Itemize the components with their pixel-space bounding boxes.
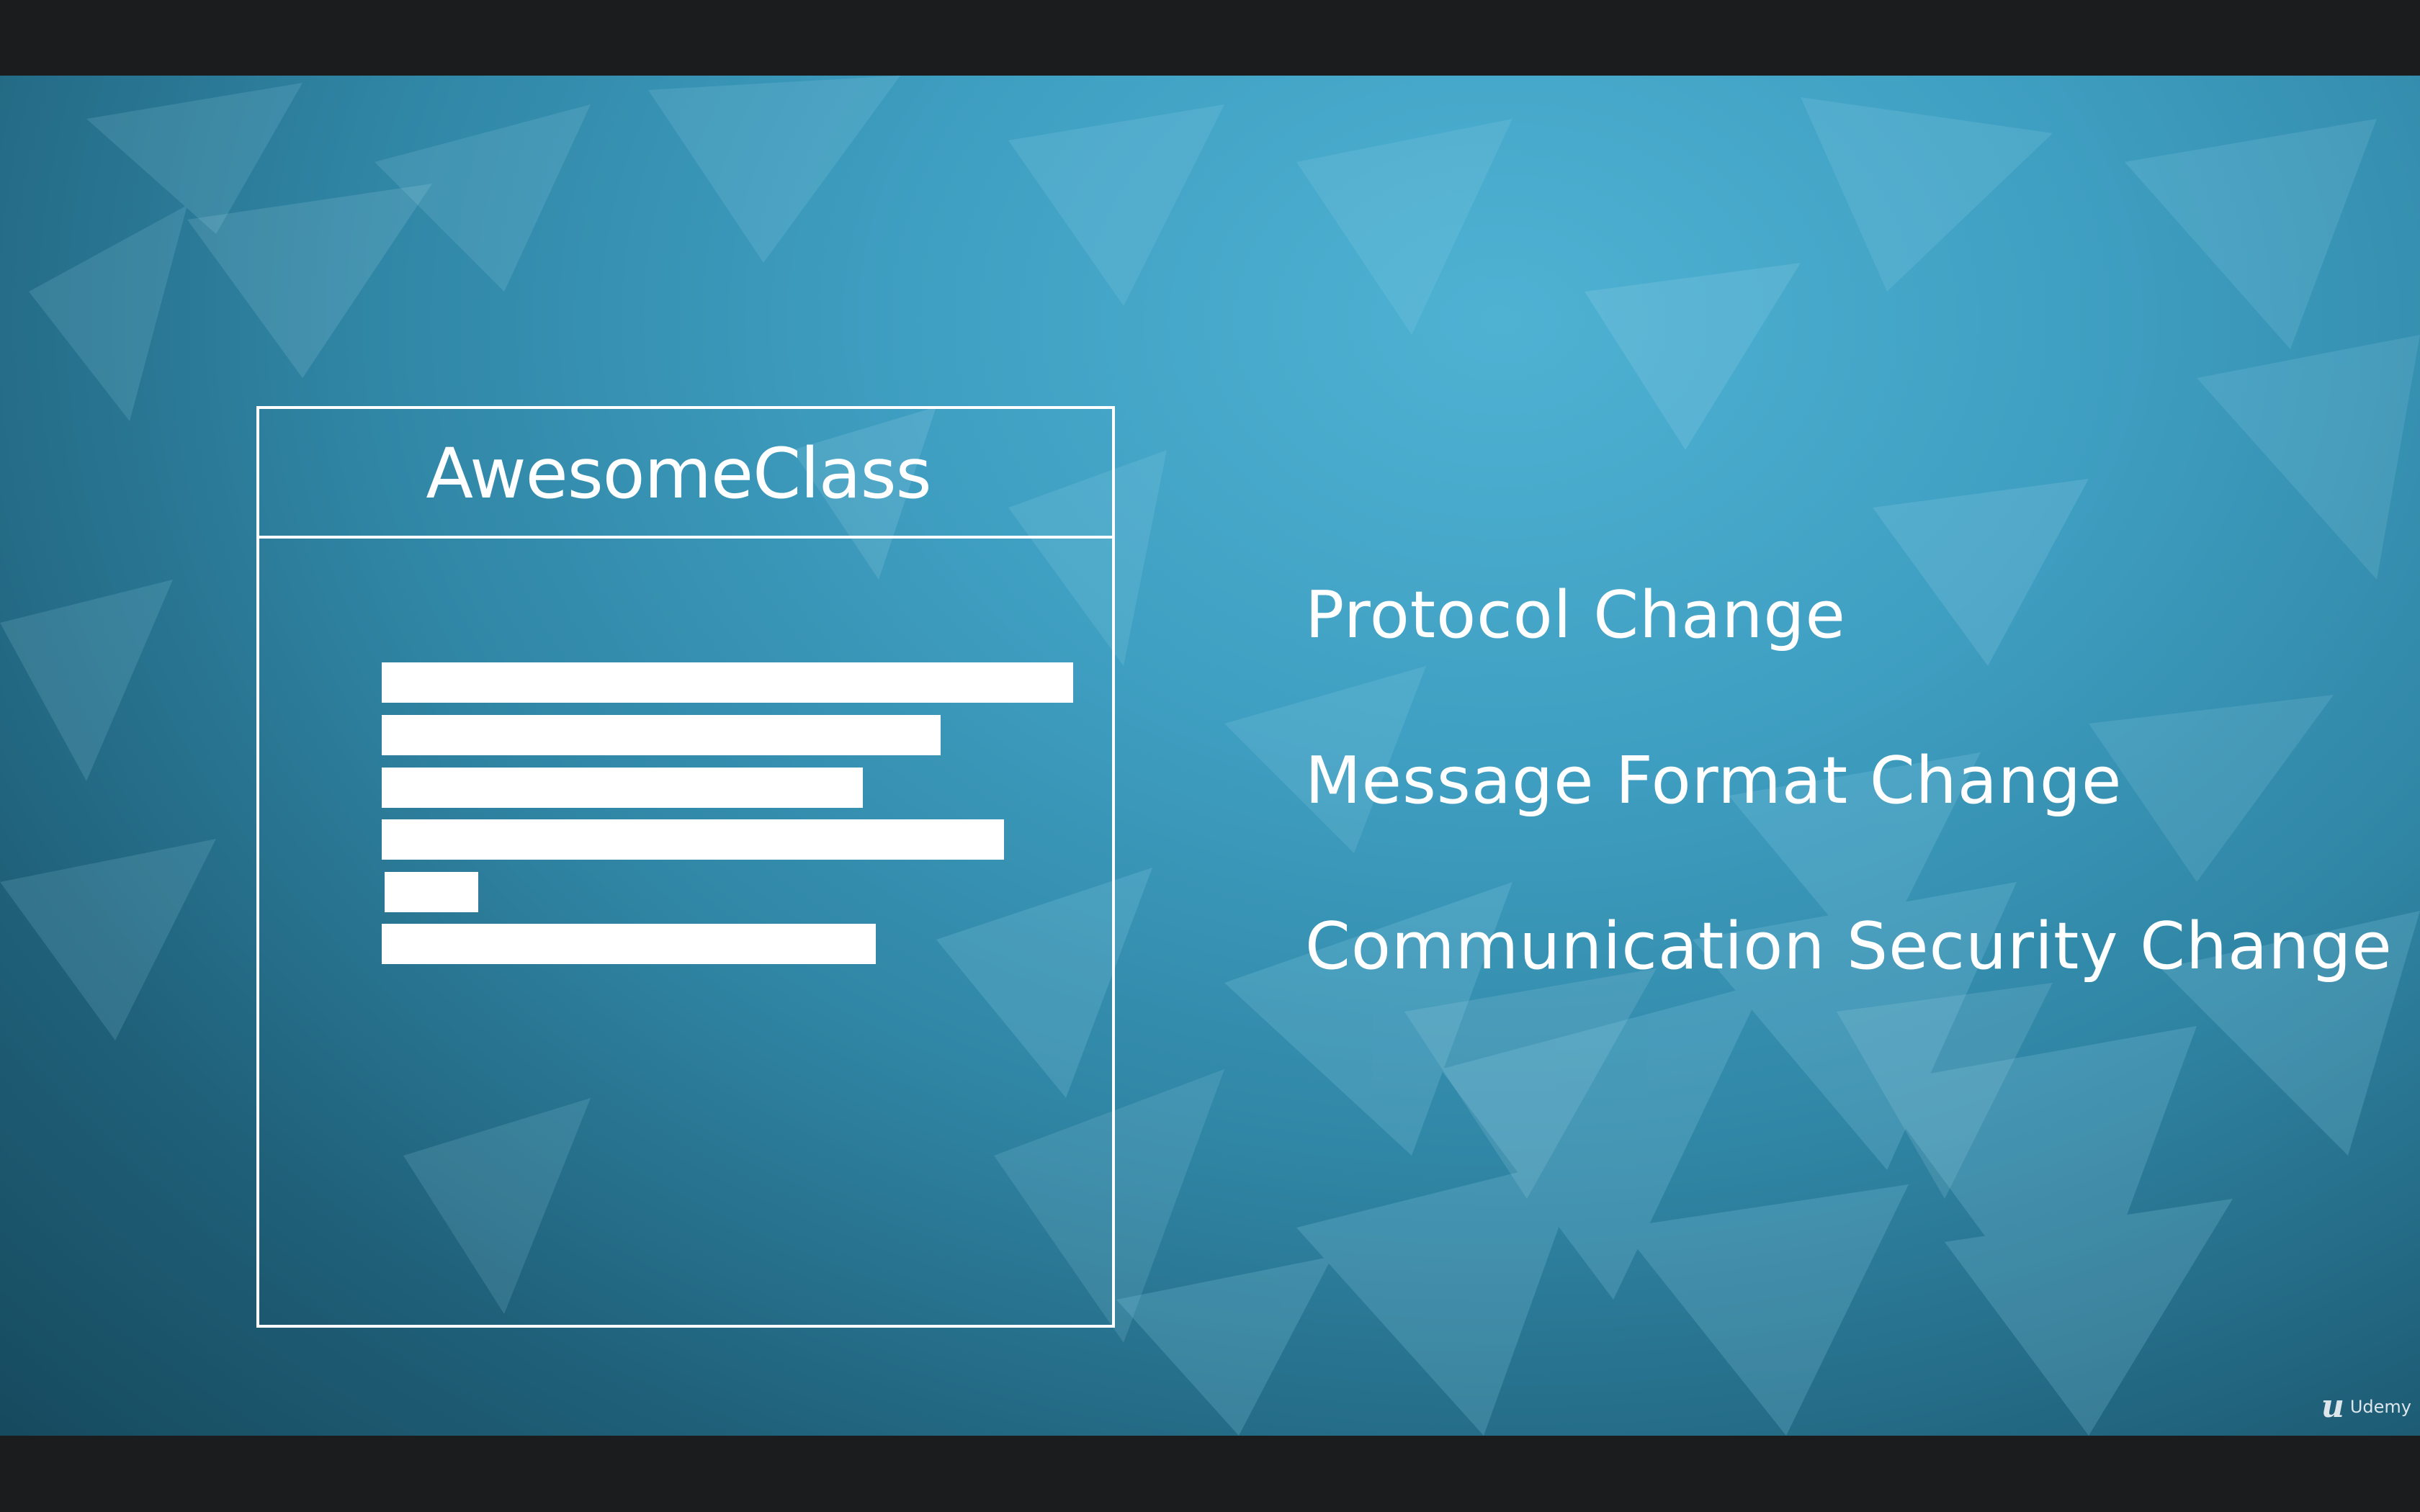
class-member-line bbox=[382, 768, 863, 808]
change-list: Protocol Change Message Format Change Co… bbox=[1305, 580, 2393, 983]
class-member-line bbox=[382, 924, 876, 964]
class-header: AwesomeClass bbox=[259, 409, 1112, 539]
class-member-line bbox=[382, 662, 1073, 703]
brand-label: Udemy bbox=[2349, 1397, 2411, 1417]
letterbox-top bbox=[0, 0, 2420, 76]
class-member-line bbox=[382, 819, 1004, 860]
class-member-line bbox=[382, 715, 941, 755]
class-title: AwesomeClass bbox=[426, 433, 931, 514]
udemy-logo-icon: u bbox=[2321, 1388, 2344, 1425]
change-item-protocol: Protocol Change bbox=[1305, 577, 1846, 653]
change-item-message-format: Message Format Change bbox=[1305, 743, 2123, 819]
udemy-watermark: u Udemy bbox=[2321, 1391, 2411, 1423]
letterbox-bottom bbox=[0, 1436, 2420, 1512]
video-frame[interactable]: AwesomeClass Protocol Change Message For… bbox=[0, 76, 2420, 1436]
class-diagram-box: AwesomeClass bbox=[256, 406, 1115, 1328]
change-item-communication-security: Communication Security Change bbox=[1305, 909, 2393, 984]
class-member-line bbox=[385, 872, 478, 912]
